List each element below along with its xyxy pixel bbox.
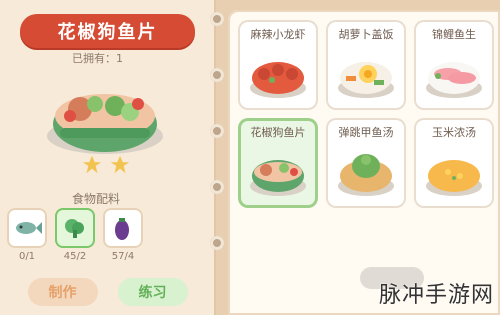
recipe-card-koi-sashimi[interactable]: 锦鲤鱼生 — [414, 20, 494, 110]
recipe-card-crayfish[interactable]: 麻辣小龙虾 — [238, 20, 318, 110]
dish-title-ribbon: 花椒狗鱼片 — [20, 14, 195, 48]
recipe-card-turtle-soup[interactable]: 弹跳甲鱼汤 — [326, 118, 406, 208]
star-icon — [110, 155, 130, 174]
star-icon — [82, 155, 102, 174]
binding-ring — [210, 180, 224, 194]
ingredient-count: 57/4 — [111, 251, 135, 262]
dish-rating — [66, 154, 146, 184]
corn-soup-dish-image — [426, 160, 482, 196]
vegetable-icon — [65, 219, 84, 238]
make-button[interactable]: 制作 — [27, 278, 98, 306]
recipe-grid: 麻辣小龙虾 胡萝卜盖饭 锦鲤鱼生 花椒狗鱼片 弹跳甲鱼汤 玉米浓汤 — [238, 20, 494, 210]
binding-ring — [210, 236, 224, 250]
recipe-grid-page: 麻辣小龙虾 胡萝卜盖饭 锦鲤鱼生 花椒狗鱼片 弹跳甲鱼汤 玉米浓汤 — [228, 10, 500, 315]
recipe-card-corn-soup[interactable]: 玉米浓汤 — [414, 118, 494, 208]
recipe-card-pepper-fish[interactable]: 花椒狗鱼片 — [238, 118, 318, 208]
ingredient-count: 45/2 — [63, 251, 87, 262]
book-binding — [207, 0, 227, 315]
koi-sashimi-dish-image — [426, 62, 482, 98]
fish-icon — [16, 222, 42, 234]
ingredient-vegetable[interactable]: 45/2 — [55, 208, 95, 262]
practice-button[interactable]: 练习 — [117, 278, 188, 306]
dish-title: 花椒狗鱼片 — [57, 22, 158, 43]
ingredients-label: 食物配料 — [72, 192, 121, 206]
crayfish-dish-image — [250, 62, 306, 98]
eggplant-icon — [115, 218, 129, 240]
pepper-fish-dish-image — [250, 160, 306, 196]
recipe-book: 花椒狗鱼片 已拥有：1 食物配料 0/1 45/2 57/4 制作 练习 麻辣小… — [0, 0, 500, 315]
featured-dish-image — [47, 94, 163, 154]
recipe-card-carrot-rice[interactable]: 胡萝卜盖饭 — [326, 20, 406, 110]
binding-ring — [210, 12, 224, 26]
ingredient-eggplant[interactable]: 57/4 — [103, 208, 143, 262]
binding-ring — [210, 124, 224, 138]
action-bar: 制作 练习 — [5, 278, 210, 308]
ingredient-fish[interactable]: 0/1 — [7, 208, 47, 262]
site-watermark: 脉冲手游网 — [378, 283, 494, 308]
turtle-soup-dish-image — [338, 154, 394, 196]
left-page: 花椒狗鱼片 已拥有：1 食物配料 0/1 45/2 57/4 制作 练习 — [0, 0, 216, 315]
binding-ring — [210, 68, 224, 82]
ingredients-list: 0/1 45/2 57/4 — [5, 208, 212, 268]
carrot-rice-dish-image — [338, 62, 394, 98]
ingredient-count: 0/1 — [18, 251, 36, 262]
